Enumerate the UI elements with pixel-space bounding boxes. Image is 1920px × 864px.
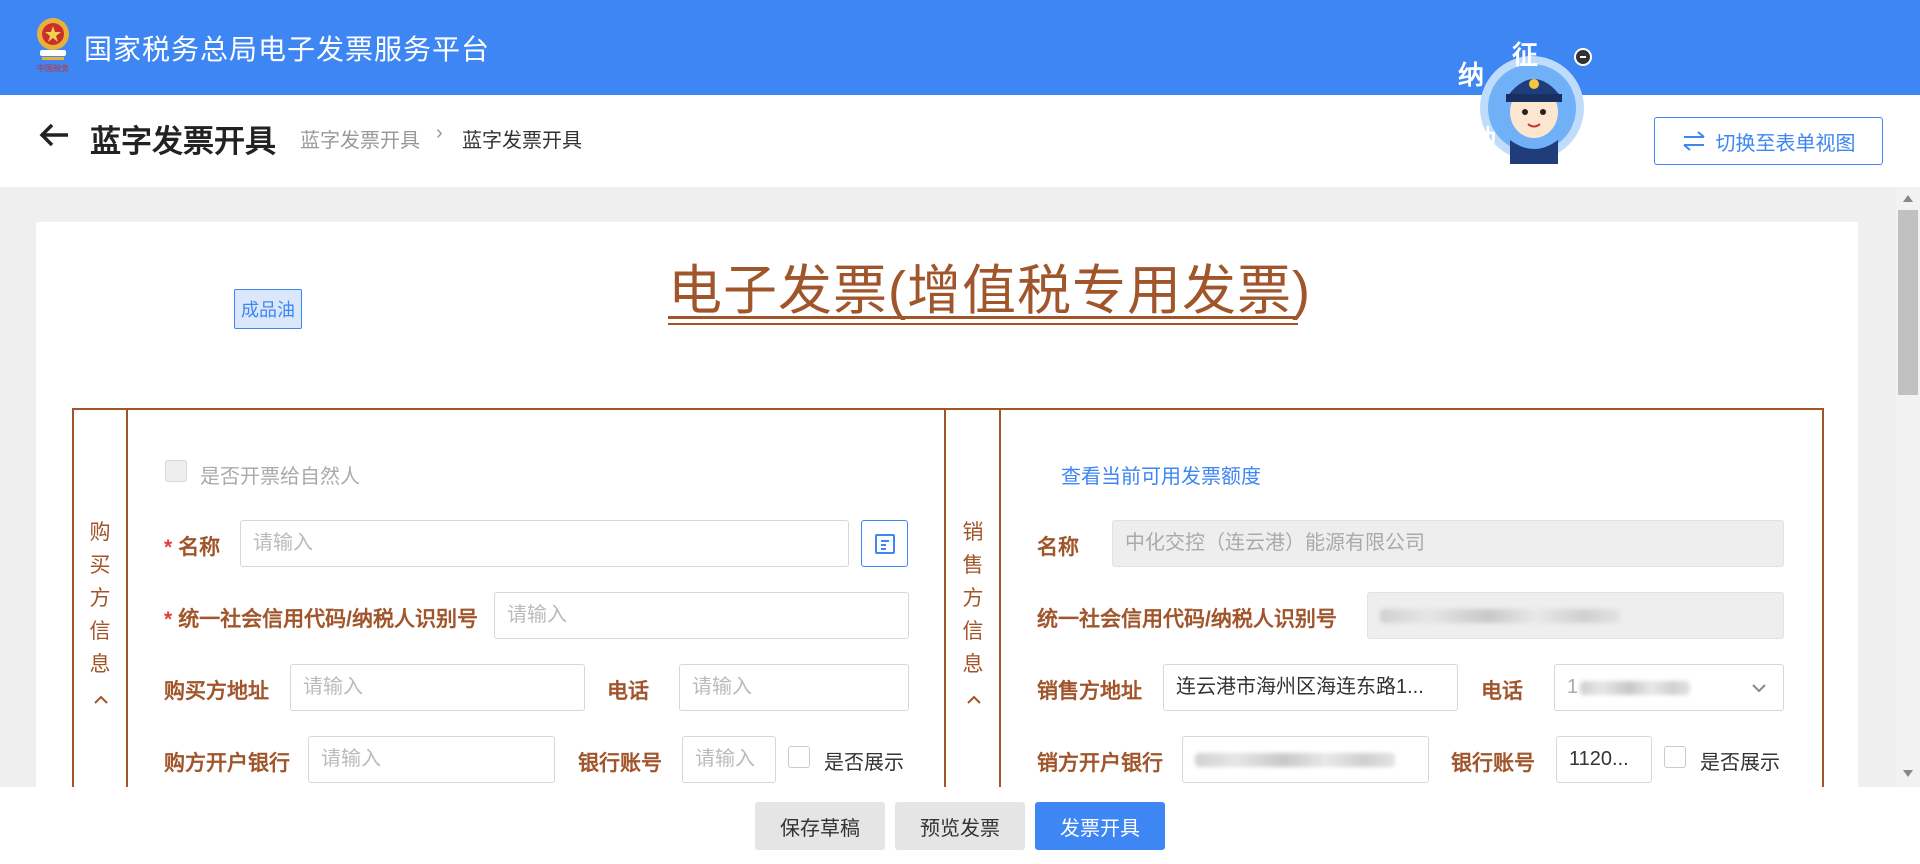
seller-show-checkbox[interactable] [1664,746,1686,768]
buyer-label-char: 购 [89,521,111,544]
buyer-section-label: 购 买 方 信 息 [80,516,120,681]
title-underline [668,316,1298,319]
seller-label-divider [999,408,1001,828]
buyer-show-label: 是否展示 [824,752,904,774]
redacted-value [1580,680,1691,695]
buyer-label-char: 息 [89,653,111,676]
buyer-account-label: 银行账号 [578,752,662,775]
contact-card-icon [874,533,895,554]
view-invoice-quota-link[interactable]: 查看当前可用发票额度 [1061,460,1261,489]
save-draft-button[interactable]: 保存草稿 [755,802,885,850]
seller-label-char: 信 [962,620,984,643]
buyer-account-input[interactable]: 请输入 [682,736,776,783]
svg-text:中国税务: 中国税务 [37,63,69,73]
seller-label-char: 售 [962,554,984,577]
buyer-name-input[interactable]: 请输入 [240,520,849,567]
buyer-collapse-chevron-icon[interactable] [93,695,109,705]
seller-tax-id-input[interactable] [1367,592,1784,639]
switch-view-label: 切换至表单视图 [1715,132,1856,155]
seller-phone-select[interactable]: 1 [1554,664,1784,711]
seller-name-label: 名称 [1037,536,1079,559]
mascot-close-icon[interactable] [1574,48,1592,66]
seller-account-input[interactable]: 1120... [1556,736,1652,783]
natural-person-checkbox[interactable] [165,460,187,482]
chevron-down-icon[interactable] [1751,683,1767,693]
seller-address-input[interactable]: 连云港市海州区海连东路1... [1163,664,1458,711]
redacted-value [1195,752,1395,767]
seller-account-label: 银行账号 [1451,752,1535,775]
back-arrow-icon[interactable] [38,120,72,150]
buyer-name-label: * 名称 [164,531,220,561]
scroll-down-arrow-icon[interactable] [1903,770,1913,777]
seller-label-char: 销 [962,521,984,544]
seller-collapse-chevron-icon[interactable] [966,695,982,705]
breadcrumb-item-parent[interactable]: 蓝字发票开具 [300,124,420,153]
buyer-phone-label: 电话 [607,680,649,703]
top-header: 中国税务 国家税务总局电子发票服务平台 [0,0,1920,95]
section-divider [944,408,946,828]
svg-text:纳: 纳 [1458,60,1484,91]
seller-bank-input[interactable] [1182,736,1429,783]
buyer-bank-label: 购方开户银行 [164,752,290,775]
seller-show-label: 是否展示 [1700,752,1780,774]
switch-to-form-view-button[interactable]: 切换至表单视图 [1654,117,1883,165]
buyer-label-divider [126,408,128,828]
invoice-title: 电子发票(增值税专用发票) [668,261,1311,321]
buyer-phone-input[interactable]: 请输入 [679,664,909,711]
buyer-name-label-text: 名称 [178,536,221,559]
buyer-tax-id-input[interactable]: 请输入 [494,592,909,639]
buyer-bank-input[interactable]: 请输入 [308,736,555,783]
buyer-tax-id-label-text: 统一社会信用代码/纳税人识别号 [178,608,479,631]
seller-bank-label: 销方开户银行 [1037,752,1163,775]
buyer-label-char: 买 [89,554,111,577]
seller-phone-label: 电话 [1481,680,1523,703]
svg-text:互: 互 [1454,93,1480,123]
breadcrumb-item-current: 蓝字发票开具 [462,130,582,152]
buyer-lookup-button[interactable] [861,520,908,567]
preview-invoice-button[interactable]: 预览发票 [895,802,1025,850]
phone-prefix: 1 [1567,676,1579,698]
issue-invoice-button[interactable]: 发票开具 [1035,802,1165,850]
seller-section-label: 销 售 方 信 息 [953,516,993,681]
buyer-tax-id-label: * 统一社会信用代码/纳税人识别号 [164,603,478,633]
seller-name-input[interactable]: 中化交控（连云港）能源有限公司 [1112,520,1784,567]
svg-text:征: 征 [1512,41,1538,71]
breadcrumb-separator: › [436,122,443,144]
natural-person-label: 是否开票给自然人 [200,466,360,488]
required-mark: * [164,608,173,631]
seller-tax-id-label: 统一社会信用代码/纳税人识别号 [1037,608,1337,631]
refined-oil-tag: 成品油 [234,289,302,329]
scroll-up-arrow-icon[interactable] [1903,195,1913,202]
platform-title: 国家税务总局电子发票服务平台 [84,34,491,65]
redacted-value [1380,608,1620,623]
title-underline-secondary [668,323,1298,325]
page-title: 蓝字发票开具 [90,124,276,159]
seller-label-char: 方 [962,587,984,610]
buyer-address-label: 购买方地址 [164,680,269,703]
buyer-address-input[interactable]: 请输入 [290,664,585,711]
switch-arrows-icon [1682,131,1705,151]
buyer-label-char: 信 [89,620,111,643]
assistant-mascot[interactable]: 征 纳 互 动 [1440,40,1590,170]
tax-emblem-logo: 中国税务 [37,18,69,73]
buyer-label-char: 方 [89,587,111,610]
buyer-show-checkbox[interactable] [788,746,810,768]
svg-text:动: 动 [1470,125,1496,155]
scrollbar-thumb[interactable] [1898,210,1918,395]
page-header [0,95,1920,187]
seller-label-char: 息 [962,653,984,676]
seller-address-label: 销售方地址 [1037,680,1142,703]
required-mark: * [164,536,173,559]
